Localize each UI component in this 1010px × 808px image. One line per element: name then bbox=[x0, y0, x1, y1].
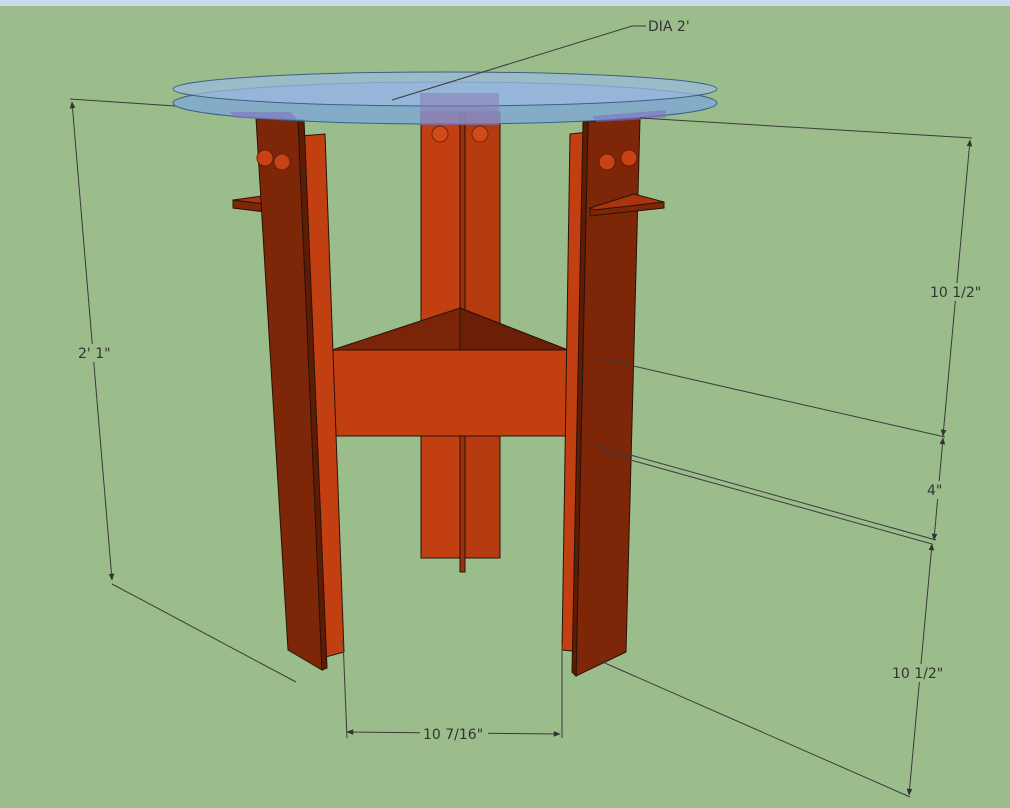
lower-segment-label: 10 1/2" bbox=[892, 666, 943, 682]
sketchup-3d-view: DIA 2' 2' 1" 10 1/2" 4" 10 1/2" 10 7/16" bbox=[0, 0, 1010, 798]
leg-spacing-label: 10 7/16" bbox=[423, 727, 483, 743]
right-leg bbox=[561, 117, 665, 678]
middle-segment-label: 4" bbox=[927, 483, 942, 499]
glass-tabletop bbox=[172, 71, 718, 125]
top-diameter-label: DIA 2' bbox=[648, 19, 690, 35]
upper-segment-label: 10 1/2" bbox=[930, 285, 981, 301]
top-window-strip bbox=[0, 0, 1010, 6]
overall-height-label: 2' 1" bbox=[78, 346, 111, 362]
triangle-shelf bbox=[331, 307, 569, 437]
left-leg bbox=[232, 117, 345, 671]
